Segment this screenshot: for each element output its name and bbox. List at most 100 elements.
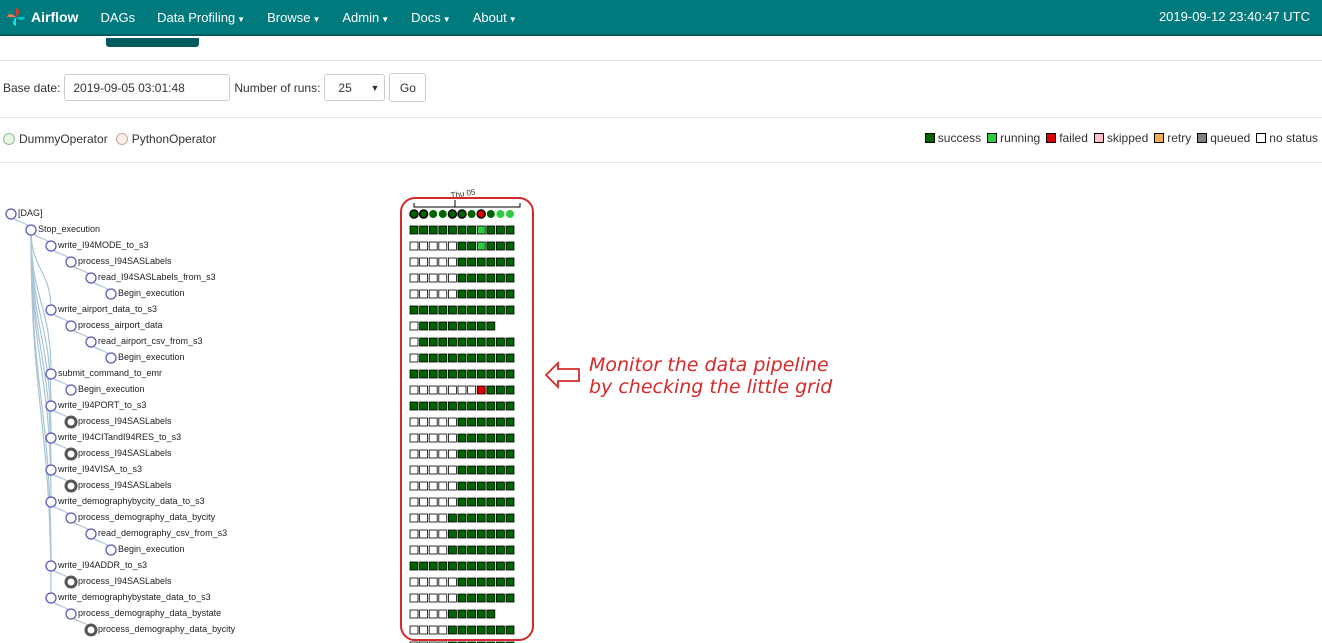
- task-instance-cell: [419, 369, 429, 379]
- base-date-input[interactable]: [64, 74, 231, 101]
- task-instance-cell: [409, 529, 419, 539]
- task-instance-cell: [467, 529, 477, 539]
- utc-clock: 2019-09-12 23:40:47 UTC: [1158, 9, 1310, 24]
- task-instance-cell: [419, 577, 429, 587]
- task-instance-cell: [486, 273, 496, 283]
- task-label[interactable]: process_demography_data_bystate: [78, 608, 221, 618]
- task-label[interactable]: process_airport_data: [78, 320, 163, 330]
- task-label[interactable]: write_demographybystate_data_to_s3: [58, 592, 211, 602]
- task-instance-cell: [419, 337, 429, 347]
- nav-admin[interactable]: Admin ▼: [342, 10, 389, 25]
- highlight-box: [400, 197, 534, 641]
- task-label[interactable]: read_I94SASLabels_from_s3: [98, 272, 216, 282]
- task-node-icon: [64, 447, 78, 461]
- task-instance-cell: [409, 593, 419, 603]
- task-label[interactable]: [DAG]: [18, 208, 43, 218]
- nav-about[interactable]: About ▼: [473, 10, 517, 25]
- task-instance-cell: [438, 273, 448, 283]
- task-label[interactable]: process_I94SASLabels: [78, 256, 172, 266]
- task-instance-cell: [419, 465, 429, 475]
- task-label[interactable]: Stop_execution: [38, 224, 100, 234]
- task-label[interactable]: write_I94PORT_to_s3: [58, 400, 146, 410]
- airflow-logo-icon: [7, 8, 25, 26]
- task-instance-cell: [447, 241, 457, 251]
- task-instance-cell: [419, 449, 429, 459]
- task-label[interactable]: write_airport_data_to_s3: [58, 304, 157, 314]
- task-instance-cell: [457, 417, 467, 427]
- nav-docs[interactable]: Docs ▼: [411, 10, 451, 25]
- task-instance-cell: [447, 513, 457, 523]
- task-label[interactable]: Begin_execution: [118, 544, 185, 554]
- task-instance-cell: [505, 417, 515, 427]
- task-label[interactable]: Begin_execution: [118, 352, 185, 362]
- state-running: running: [987, 131, 1040, 145]
- task-label[interactable]: process_I94SASLabels: [78, 480, 172, 490]
- task-instance-cell: [486, 337, 496, 347]
- task-instance-cell: [447, 417, 457, 427]
- task-instance-cell: [457, 513, 467, 523]
- nav-browse[interactable]: Browse ▼: [267, 10, 320, 25]
- task-instance-cell: [428, 497, 438, 507]
- task-instance-cell: [467, 513, 477, 523]
- task-instance-cell: [438, 257, 448, 267]
- num-runs-select[interactable]: 25 ▼: [324, 74, 386, 101]
- task-label[interactable]: process_demography_data_bycity: [78, 512, 215, 522]
- task-node-icon: [65, 256, 77, 268]
- task-label[interactable]: read_airport_csv_from_s3: [98, 336, 203, 346]
- task-instance-cell: [447, 353, 457, 363]
- task-instance-cell: [428, 225, 438, 235]
- navbar: Airflow DAGs Data Profiling ▼ Browse ▼ Adm…: [0, 0, 1322, 36]
- nav-dags[interactable]: DAGs: [100, 10, 135, 25]
- task-instance-cell: [495, 273, 505, 283]
- task-label[interactable]: write_I94MODE_to_s3: [58, 240, 149, 250]
- task-instance-cell: [486, 369, 496, 379]
- nav-data-profiling[interactable]: Data Profiling ▼: [157, 10, 245, 25]
- task-instance-cell: [447, 609, 457, 619]
- task-label[interactable]: submit_command_to_emr: [58, 368, 162, 378]
- annotation-line-1: Monitor the data pipeline: [589, 354, 829, 376]
- brand-link[interactable]: Airflow: [6, 7, 78, 27]
- task-instance-cell: [476, 401, 486, 411]
- task-instance-cell: [505, 241, 515, 251]
- task-label[interactable]: write_I94CITandI94RES_to_s3: [58, 432, 181, 442]
- task-instance-cell: [505, 225, 515, 235]
- task-label[interactable]: write_I94VISA_to_s3: [58, 464, 142, 474]
- task-instance-cell: [505, 305, 515, 315]
- task-instance-cell: [495, 417, 505, 427]
- task-instance-cell: [428, 609, 438, 619]
- task-instance-cell: [467, 609, 477, 619]
- tree-link: [30, 229, 52, 471]
- state-success: success: [924, 131, 981, 145]
- task-node-icon: [45, 464, 57, 476]
- task-instance-cell: [457, 353, 467, 363]
- task-instance-cell: [457, 289, 467, 299]
- active-tab-stub[interactable]: [106, 38, 199, 47]
- task-label[interactable]: read_demography_csv_from_s3: [98, 528, 227, 538]
- task-label[interactable]: write_I94ADDR_to_s3: [58, 560, 147, 570]
- date-axis: [413, 200, 521, 208]
- task-instance-cell: [428, 625, 438, 635]
- task-instance-cell: [428, 561, 438, 571]
- task-label[interactable]: Begin_execution: [78, 384, 145, 394]
- annotation-line-2: by checking the little grid: [589, 376, 833, 398]
- go-button[interactable]: Go: [389, 73, 427, 102]
- task-instance-cell: [428, 369, 438, 379]
- task-instance-cell: [467, 625, 477, 635]
- task-label[interactable]: process_I94SASLabels: [78, 576, 172, 586]
- task-label[interactable]: write_demographybycity_data_to_s3: [58, 496, 205, 506]
- task-label[interactable]: process_I94SASLabels: [78, 416, 172, 426]
- legend-swatch: [1154, 133, 1165, 143]
- task-node-icon: [105, 352, 117, 364]
- legend-swatch: [987, 133, 998, 143]
- task-label[interactable]: process_demography_data_bycity: [98, 624, 235, 634]
- task-instance-cell: [447, 321, 457, 331]
- task-label[interactable]: Begin_execution: [118, 288, 185, 298]
- task-instance-cell: [447, 561, 457, 571]
- dag-run-circle: [496, 210, 505, 218]
- task-label[interactable]: process_I94SASLabels: [78, 448, 172, 458]
- task-instance-cell: [467, 401, 477, 411]
- state-no-status: no status: [1256, 131, 1318, 145]
- task-instance-cell: [419, 433, 429, 443]
- task-node-icon: [85, 272, 97, 284]
- caret-down-icon: ▼: [442, 14, 451, 24]
